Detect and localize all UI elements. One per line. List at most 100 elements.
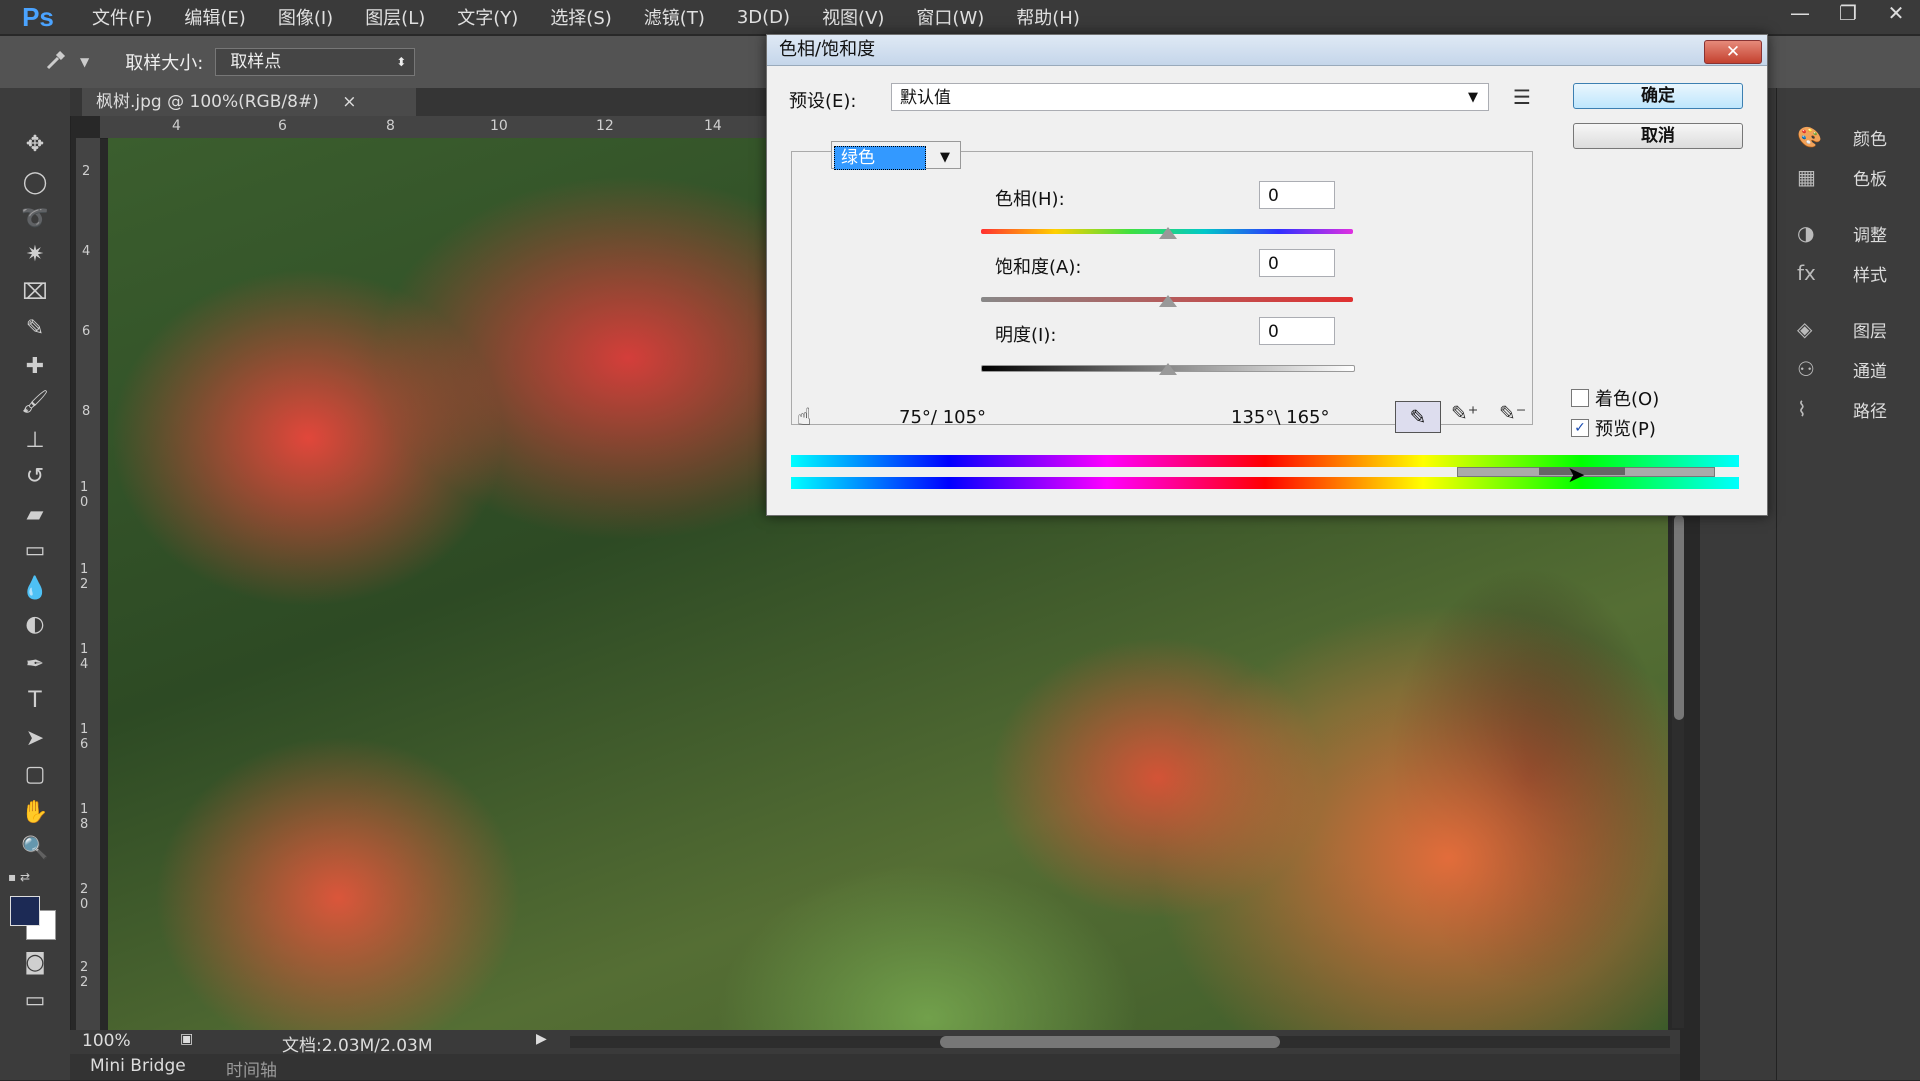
status-icon[interactable]: ▣	[180, 1031, 193, 1047]
panel-channels[interactable]: ⚇ 通道	[1797, 354, 1907, 384]
menu-layer[interactable]: 图层(L)	[349, 4, 441, 30]
marquee-tool-icon[interactable]: ◯	[14, 168, 56, 198]
eyedropper-plus-icon[interactable]: ✎⁺	[1451, 401, 1478, 425]
document-tab[interactable]: 枫树.jpg @ 100%(RGB/8#) ×	[82, 88, 416, 116]
saturation-input[interactable]: 0	[1259, 249, 1335, 277]
layers-icon: ◈	[1797, 317, 1813, 341]
dialog-close-button[interactable]: ✕	[1704, 40, 1762, 64]
quick-mask-icon[interactable]: ◙	[14, 948, 56, 978]
tab-mini-bridge[interactable]: Mini Bridge	[90, 1056, 186, 1076]
menu-3d[interactable]: 3D(D)	[721, 7, 806, 28]
zoom-tool-icon[interactable]: 🔍	[14, 834, 56, 864]
saturation-label: 饱和度(A):	[995, 257, 1082, 278]
lightness-label: 明度(I):	[995, 325, 1057, 346]
zoom-level[interactable]: 100%	[82, 1031, 131, 1051]
lightness-slider-thumb[interactable]	[1159, 363, 1177, 375]
targeted-adjustment-hand-icon[interactable]: ☝	[797, 403, 812, 431]
panel-paths[interactable]: ⌇ 路径	[1797, 394, 1907, 424]
screen-mode-icon[interactable]: ▭	[14, 986, 56, 1016]
tool-preset-chevron-icon[interactable]: ▼	[80, 55, 89, 69]
fx-icon: fx	[1797, 261, 1816, 285]
ruler-tick: 1 4	[80, 642, 89, 672]
paths-icon: ⌇	[1797, 397, 1807, 421]
right-panel-dock: 🎨 颜色 ▦ 色板 ◑ 调整 fx 样式 ◈ 图层 ⚇ 通道 ⌇ 路径	[1776, 88, 1920, 1080]
move-tool-icon[interactable]: ✥	[14, 130, 56, 160]
ruler-tick: 8	[386, 118, 395, 134]
hand-tool-icon[interactable]: ✋	[14, 798, 56, 828]
close-tab-icon[interactable]: ×	[342, 92, 356, 112]
panel-layers[interactable]: ◈ 图层	[1797, 314, 1907, 344]
panel-styles[interactable]: fx 样式	[1797, 258, 1907, 288]
eyedropper-icon[interactable]: ✎	[1395, 401, 1441, 433]
preset-select[interactable]: 默认值 ▼	[891, 83, 1489, 111]
history-brush-tool-icon[interactable]: ↺	[14, 462, 56, 492]
magic-wand-tool-icon[interactable]: ✷	[14, 240, 56, 270]
type-tool-icon[interactable]: T	[14, 686, 56, 716]
shape-tool-icon[interactable]: ▢	[14, 760, 56, 790]
crop-tool-icon[interactable]: ⌧	[14, 278, 56, 308]
menu-help[interactable]: 帮助(H)	[1000, 4, 1096, 30]
panel-color[interactable]: 🎨 颜色	[1797, 122, 1907, 152]
ruler-tick: 10	[490, 118, 508, 134]
eyedropper-tool-icon[interactable]: ✎	[14, 314, 56, 344]
hue-saturation-dialog: 色相/饱和度 ✕ 预设(E): 默认值 ▼ ☰ 确定 取消 绿色 ▼ 色相(H)…	[766, 34, 1768, 516]
channel-select[interactable]: 绿色 ▼	[831, 141, 961, 170]
menu-type[interactable]: 文字(Y)	[441, 4, 534, 30]
blur-tool-icon[interactable]: 💧	[14, 574, 56, 604]
brush-tool-icon[interactable]: 🖌	[14, 388, 56, 418]
restore-button[interactable]: ❐	[1824, 0, 1872, 30]
ruler-tick: 4	[172, 118, 181, 134]
dodge-tool-icon[interactable]: ◐	[14, 610, 56, 640]
eyedropper-tool-icon[interactable]	[44, 46, 70, 78]
eyedropper-minus-icon[interactable]: ✎⁻	[1499, 401, 1526, 425]
palette-icon: 🎨	[1797, 125, 1822, 149]
pen-tool-icon[interactable]: ✒	[14, 650, 56, 680]
dialog-title: 色相/饱和度	[779, 39, 876, 60]
vertical-scroll-thumb[interactable]	[1674, 515, 1684, 720]
channels-icon: ⚇	[1797, 357, 1815, 381]
tools-panel: ✥ ◯ ➰ ✷ ⌧ ✎ ✚ 🖌 ⊥ ↺ ▰ ▭ 💧 ◐ ✒ T ➤ ▢ ✋ 🔍 …	[0, 88, 71, 1080]
menu-filter[interactable]: 滤镜(T)	[628, 4, 721, 30]
lasso-tool-icon[interactable]: ➰	[14, 204, 56, 234]
path-select-tool-icon[interactable]: ➤	[14, 724, 56, 754]
menu-bar: Ps 文件(F) 编辑(E) 图像(I) 图层(L) 文字(Y) 选择(S) 滤…	[0, 0, 1920, 34]
tab-timeline[interactable]: 时间轴	[226, 1056, 277, 1081]
eraser-tool-icon[interactable]: ▰	[14, 500, 56, 530]
minimize-button[interactable]: —	[1776, 0, 1824, 30]
dialog-title-bar[interactable]: 色相/饱和度	[767, 35, 1767, 66]
close-button[interactable]: ✕	[1872, 0, 1920, 30]
menu-image[interactable]: 图像(I)	[262, 4, 349, 30]
cancel-button[interactable]: 取消	[1573, 123, 1743, 149]
sample-size-select[interactable]: 取样点 ⬍	[215, 48, 416, 76]
ruler-tick: 14	[704, 118, 722, 134]
menu-view[interactable]: 视图(V)	[806, 4, 900, 30]
lightness-input[interactable]: 0	[1259, 317, 1335, 345]
ok-button[interactable]: 确定	[1573, 83, 1743, 109]
preview-label: 预览(P)	[1595, 419, 1656, 440]
gradient-tool-icon[interactable]: ▭	[14, 536, 56, 566]
menu-file[interactable]: 文件(F)	[76, 4, 168, 30]
preset-options-icon[interactable]: ☰	[1513, 85, 1531, 109]
colorize-checkbox[interactable]	[1571, 389, 1589, 407]
menu-edit[interactable]: 编辑(E)	[168, 4, 261, 30]
swatches-icon: ▦	[1797, 165, 1816, 189]
menu-window[interactable]: 窗口(W)	[900, 4, 1000, 30]
stamp-tool-icon[interactable]: ⊥	[14, 426, 56, 456]
output-color-bar	[791, 477, 1739, 489]
horizontal-scroll-thumb[interactable]	[940, 1036, 1280, 1048]
saturation-slider-thumb[interactable]	[1159, 295, 1177, 307]
swap-colors-icon[interactable]: ▪ ⇄	[8, 870, 30, 884]
panel-swatches[interactable]: ▦ 色板	[1797, 162, 1907, 192]
status-menu-arrow-icon[interactable]: ▶	[536, 1031, 547, 1047]
hue-input[interactable]: 0	[1259, 181, 1335, 209]
sample-size-value: 取样点	[230, 52, 282, 72]
ruler-tick: 6	[82, 324, 91, 339]
hue-slider-thumb[interactable]	[1159, 227, 1177, 239]
chevron-updown-icon: ⬍	[396, 55, 407, 69]
menu-select[interactable]: 选择(S)	[534, 4, 627, 30]
preview-checkbox[interactable]: ✓	[1571, 419, 1589, 437]
healing-brush-tool-icon[interactable]: ✚	[14, 352, 56, 382]
foreground-color-swatch[interactable]	[10, 896, 40, 926]
document-info: 文档:2.03M/2.03M	[282, 1036, 433, 1056]
panel-adjustments[interactable]: ◑ 调整	[1797, 218, 1907, 248]
